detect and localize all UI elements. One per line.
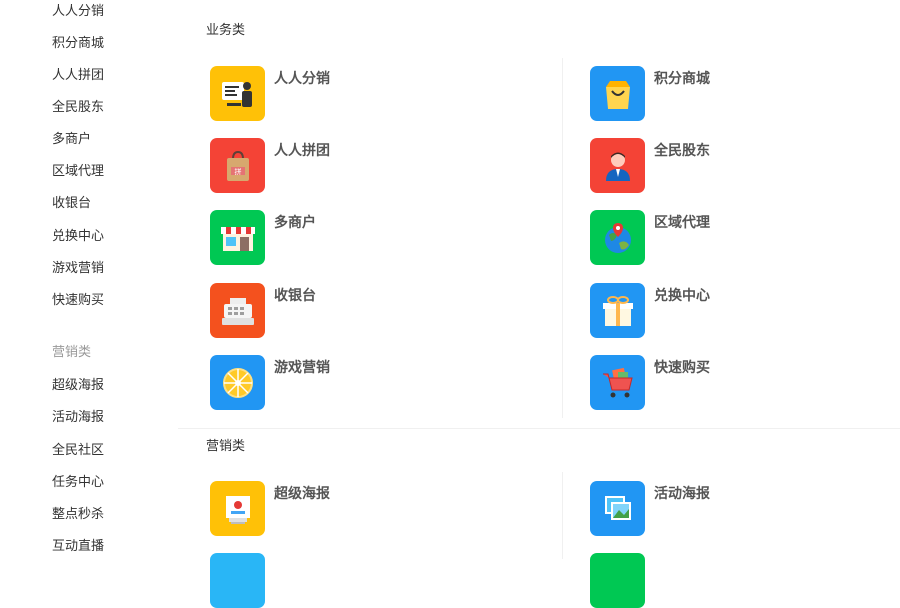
app-label: 游戏营销 — [274, 360, 330, 376]
main-content: 业务类 人人分销 积分商城 拼 人人拼团 全民股东 多商户 区域代理 收银台 兑… — [178, 0, 900, 608]
app-label: 多商户 — [274, 215, 316, 231]
distribution-icon — [210, 66, 265, 121]
app-regional-agent[interactable]: 区域代理 — [590, 210, 710, 265]
cash-register-icon — [210, 283, 265, 338]
shopping-cart-icon — [590, 355, 645, 410]
section-divider — [178, 428, 900, 429]
app-next-row-right[interactable] — [590, 553, 645, 608]
poster-icon — [210, 481, 265, 536]
sidebar-item-super-poster[interactable]: 超级海报 — [52, 377, 104, 395]
partial-app-icon — [210, 553, 265, 608]
photo-frame-icon — [590, 481, 645, 536]
column-divider — [562, 58, 563, 418]
shopping-bag-icon — [590, 66, 645, 121]
sidebar-item-distribution[interactable]: 人人分销 — [52, 3, 104, 21]
app-shareholder[interactable]: 全民股东 — [590, 138, 710, 193]
sidebar: 人人分销 积分商城 人人拼团 全民股东 多商户 区域代理 收银台 兑换中心 游戏… — [0, 0, 178, 559]
column-divider — [562, 472, 563, 559]
sidebar-item-cashier[interactable]: 收银台 — [52, 195, 91, 213]
sidebar-item-game-marketing[interactable]: 游戏营销 — [52, 260, 104, 278]
app-multi-merchant[interactable]: 多商户 — [210, 210, 316, 265]
sidebar-item-exchange[interactable]: 兑换中心 — [52, 228, 104, 246]
sidebar-item-points-mall[interactable]: 积分商城 — [52, 35, 104, 53]
app-label: 人人分销 — [274, 71, 330, 87]
sidebar-group-label: 营销类 — [52, 345, 92, 360]
svg-text:拼: 拼 — [234, 167, 241, 176]
partial-app-icon — [590, 553, 645, 608]
sidebar-item-shareholder[interactable]: 全民股东 — [52, 99, 104, 117]
app-label: 兑换中心 — [654, 288, 710, 304]
app-label: 区域代理 — [654, 215, 710, 231]
app-points-mall[interactable]: 积分商城 — [590, 66, 710, 121]
sidebar-item-task-center[interactable]: 任务中心 — [52, 474, 104, 492]
lucky-wheel-icon — [210, 355, 265, 410]
app-group-buy[interactable]: 拼 人人拼团 — [210, 138, 330, 193]
app-label: 活动海报 — [654, 486, 710, 502]
storefront-icon — [210, 210, 265, 265]
app-activity-poster[interactable]: 活动海报 — [590, 481, 710, 536]
globe-pin-icon — [590, 210, 645, 265]
sidebar-item-activity-poster[interactable]: 活动海报 — [52, 409, 104, 427]
app-label: 收银台 — [274, 288, 316, 304]
app-super-poster[interactable]: 超级海报 — [210, 481, 330, 536]
sidebar-item-quick-buy[interactable]: 快速购买 — [52, 292, 104, 310]
marketing-section-title: 营销类 — [206, 439, 246, 454]
app-label: 全民股东 — [654, 143, 710, 159]
group-buy-bag-icon: 拼 — [210, 138, 265, 193]
sidebar-item-live-stream[interactable]: 互动直播 — [52, 538, 104, 556]
app-cashier[interactable]: 收银台 — [210, 283, 316, 338]
shareholder-avatar-icon — [590, 138, 645, 193]
app-label: 快速购买 — [654, 360, 710, 376]
business-section-title: 业务类 — [206, 23, 246, 38]
sidebar-item-flash-sale[interactable]: 整点秒杀 — [52, 506, 104, 524]
sidebar-item-community[interactable]: 全民社区 — [52, 442, 104, 460]
sidebar-item-group-buy[interactable]: 人人拼团 — [52, 67, 104, 85]
app-exchange[interactable]: 兑换中心 — [590, 283, 710, 338]
gift-box-icon — [590, 283, 645, 338]
sidebar-item-multi-merchant[interactable]: 多商户 — [52, 131, 91, 149]
app-label: 超级海报 — [274, 486, 330, 502]
app-label: 积分商城 — [654, 71, 710, 87]
sidebar-item-regional-agent[interactable]: 区域代理 — [52, 163, 104, 181]
app-distribution[interactable]: 人人分销 — [210, 66, 330, 121]
app-label: 人人拼团 — [274, 143, 330, 159]
app-game-marketing[interactable]: 游戏营销 — [210, 355, 330, 410]
app-quick-buy[interactable]: 快速购买 — [590, 355, 710, 410]
app-next-row-left[interactable] — [210, 553, 265, 608]
